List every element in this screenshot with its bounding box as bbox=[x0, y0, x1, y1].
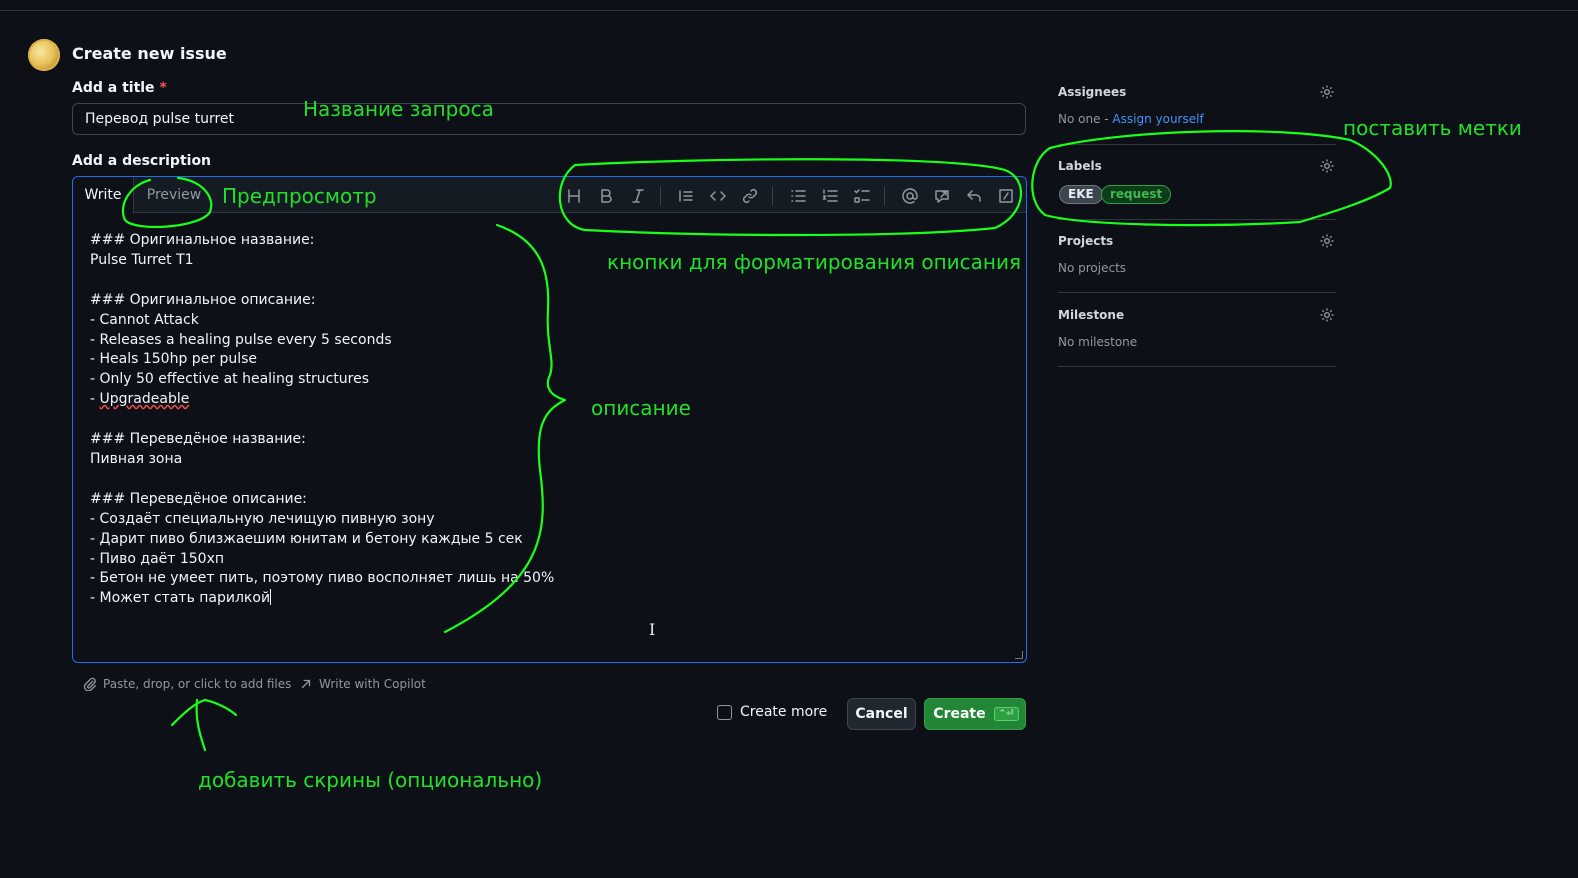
toolbar-divider bbox=[884, 187, 885, 205]
misspelled-word: Upgradeable bbox=[99, 391, 190, 408]
create-button[interactable]: Create ⌃⏎ bbox=[924, 698, 1026, 730]
description-label: Add a description bbox=[72, 153, 212, 169]
desc-line: ### Оригинальное описание: bbox=[90, 291, 316, 308]
desc-line: ### Переведёное описание: bbox=[90, 490, 307, 507]
quote-icon[interactable] bbox=[676, 186, 696, 206]
projects-heading: Projects bbox=[1058, 234, 1114, 248]
labels-heading: Labels bbox=[1058, 159, 1102, 173]
attach-arrow-mark bbox=[170, 698, 238, 752]
desc-line: - Only 50 effective at healing structure… bbox=[90, 371, 369, 388]
mention-icon[interactable] bbox=[900, 186, 920, 206]
assignees-value: No one - Assign yourself bbox=[1058, 112, 1204, 126]
create-more-checkbox[interactable] bbox=[717, 704, 732, 720]
toolbar-divider bbox=[772, 187, 773, 205]
sidebar-divider bbox=[1058, 292, 1336, 293]
title-input[interactable]: Перевод pulse turret bbox=[72, 103, 1026, 135]
labels-gear-icon[interactable] bbox=[1319, 158, 1335, 174]
attach-files-label: Paste, drop, or click to add files bbox=[103, 677, 292, 691]
annotation-labels: поставить метки bbox=[1343, 116, 1522, 140]
annotation-toolbar: кнопки для форматирования описания bbox=[607, 250, 1022, 274]
editor-header: Write Preview bbox=[73, 177, 1026, 214]
desc-line: - Бетон не умеет пить, поэтому пиво восп… bbox=[90, 570, 555, 587]
annotation-description: описание bbox=[591, 396, 691, 420]
assignees-none: No one - bbox=[1058, 112, 1113, 126]
heading-icon[interactable] bbox=[564, 186, 584, 206]
create-button-label: Create bbox=[933, 706, 986, 722]
required-mark: * bbox=[159, 80, 167, 96]
description-text[interactable]: ### Оригинальное название: Pulse Turret … bbox=[90, 231, 990, 609]
milestone-heading: Milestone bbox=[1058, 308, 1125, 322]
bold-icon[interactable] bbox=[596, 186, 616, 206]
sidebar-divider bbox=[1058, 219, 1336, 220]
create-more-option[interactable]: Create more bbox=[717, 704, 827, 720]
copilot-label: Write with Copilot bbox=[319, 677, 426, 691]
annotation-preview: Предпросмотр bbox=[222, 184, 377, 208]
arrow-up-right-icon bbox=[301, 679, 311, 689]
desc-line: - Может стать парилкой bbox=[90, 590, 271, 607]
milestone-value: No milestone bbox=[1058, 335, 1138, 349]
copilot-button[interactable]: Write with Copilot bbox=[299, 677, 426, 691]
desc-line: Пивная зона bbox=[90, 450, 183, 467]
milestone-gear-icon[interactable] bbox=[1319, 307, 1335, 323]
reference-icon[interactable] bbox=[932, 186, 952, 206]
title-label: Add a title * bbox=[72, 80, 167, 96]
title-label-text: Add a title bbox=[72, 80, 155, 96]
resize-handle[interactable] bbox=[1015, 651, 1023, 659]
paperclip-icon bbox=[83, 677, 96, 691]
avatar[interactable] bbox=[28, 39, 60, 71]
assign-yourself-link[interactable]: Assign yourself bbox=[1112, 112, 1203, 126]
annotation-attach: добавить скрины (опционально) bbox=[198, 768, 543, 792]
desc-line: - Releases a healing pulse every 5 secon… bbox=[90, 331, 392, 348]
task-list-icon[interactable] bbox=[852, 186, 872, 206]
annotation-title: Название запроса bbox=[303, 97, 494, 121]
desc-line: ### Переведёное название: bbox=[90, 431, 306, 448]
cancel-button[interactable]: Cancel bbox=[847, 698, 916, 730]
code-icon[interactable] bbox=[708, 186, 728, 206]
label-request[interactable]: request bbox=[1101, 185, 1172, 204]
text-cursor-icon: I bbox=[649, 620, 656, 639]
desc-line: ### Оригинальное название: bbox=[90, 232, 315, 248]
desc-line: Pulse Turret T1 bbox=[90, 251, 194, 268]
numbered-list-icon[interactable] bbox=[820, 186, 840, 206]
link-icon[interactable] bbox=[740, 186, 760, 206]
label-eke[interactable]: EKE bbox=[1059, 185, 1103, 204]
page-title: Create new issue bbox=[72, 44, 227, 63]
desc-line: - Пиво даёт 150хп bbox=[90, 550, 225, 567]
desc-line: - Heals 150hp per pulse bbox=[90, 351, 258, 368]
italic-icon[interactable] bbox=[628, 186, 648, 206]
sidebar-divider bbox=[1058, 144, 1336, 145]
desc-line: - bbox=[90, 391, 100, 408]
create-more-label: Create more bbox=[740, 704, 828, 720]
tab-write[interactable]: Write bbox=[73, 177, 134, 214]
attach-files-button[interactable]: Paste, drop, or click to add files bbox=[83, 677, 291, 691]
toolbar-divider bbox=[660, 187, 661, 205]
sidebar-divider bbox=[1058, 366, 1336, 367]
top-divider bbox=[0, 10, 1578, 11]
saved-replies-icon[interactable] bbox=[964, 186, 984, 206]
projects-value: No projects bbox=[1058, 261, 1127, 275]
bulleted-list-icon[interactable] bbox=[788, 186, 808, 206]
desc-line: - Создаёт специальную лечищую пивную зон… bbox=[90, 510, 435, 527]
desc-line: - Дарит пиво близжаешим юнитам и бетону … bbox=[90, 530, 523, 547]
text-caret bbox=[270, 589, 272, 606]
assignees-gear-icon[interactable] bbox=[1319, 84, 1335, 100]
projects-gear-icon[interactable] bbox=[1319, 233, 1335, 249]
tab-preview[interactable]: Preview bbox=[135, 177, 213, 214]
desc-line: - Cannot Attack bbox=[90, 311, 199, 328]
slash-commands-icon[interactable] bbox=[996, 186, 1016, 206]
assignees-heading: Assignees bbox=[1058, 85, 1127, 99]
labels-outline-mark bbox=[1031, 130, 1392, 227]
create-shortcut: ⌃⏎ bbox=[993, 707, 1019, 721]
